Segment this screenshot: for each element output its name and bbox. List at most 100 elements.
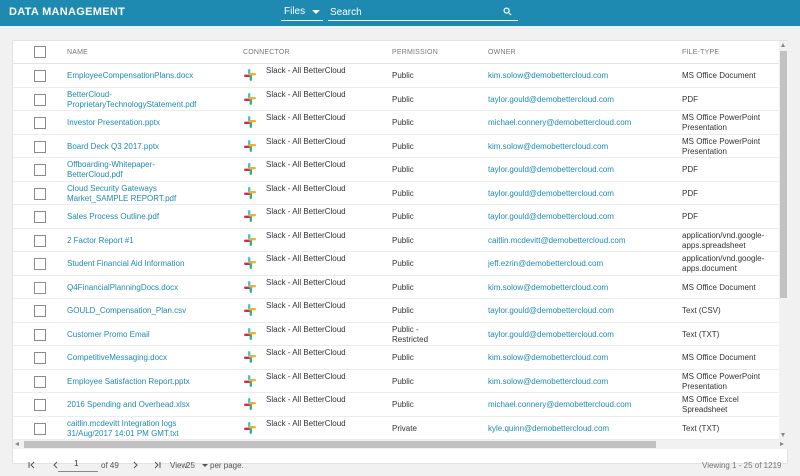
chevron-down-icon[interactable] [202, 464, 208, 467]
owner-email-link[interactable]: taylor.gould@demobettercloud.com [488, 330, 614, 340]
file-name-link[interactable]: Investor Presentation.pptx [67, 118, 237, 128]
row-checkbox[interactable] [34, 258, 46, 270]
search-scope-dropdown[interactable]: Files [281, 4, 323, 21]
table-row[interactable]: Customer Promo Email Slack - All BetterCl… [13, 323, 779, 346]
file-name-link[interactable]: Employee Satisfaction Report.pptx [67, 377, 237, 387]
slack-logo-icon [244, 257, 256, 269]
table-row[interactable]: EmployeeCompensationPlans.docx Slack - Al… [13, 64, 779, 88]
connector-name: Slack - All BetterCloud [266, 254, 346, 263]
slack-logo-icon [244, 139, 256, 152]
column-header-filetype[interactable]: FILE-TYPE [682, 49, 719, 56]
owner-email-link[interactable]: michael.connery@demobettercloud.com [488, 118, 631, 128]
scroll-up-arrow-icon[interactable] [781, 43, 785, 47]
table-row[interactable]: BetterCloud- ProprietaryTechnologyStateme… [13, 88, 779, 111]
select-all-checkbox[interactable] [34, 46, 46, 58]
row-checkbox[interactable] [34, 422, 46, 435]
row-checkbox[interactable] [34, 93, 46, 106]
owner-email-link[interactable]: taylor.gould@demobettercloud.com [488, 189, 614, 199]
table-row[interactable]: 2 Factor Report #1 Slack - All BetterClou… [13, 229, 779, 252]
first-page-icon[interactable] [26, 459, 38, 471]
column-header-connector[interactable]: CONNECTOR [243, 49, 290, 56]
file-name-link[interactable]: Customer Promo Email [67, 330, 237, 340]
row-checkbox[interactable] [34, 211, 46, 223]
column-header-owner[interactable]: OWNER [488, 49, 516, 56]
slack-logo-icon [244, 398, 256, 410]
owner-email-link[interactable]: kim.solow@demobettercloud.com [488, 353, 608, 363]
cell-line: apps.document [682, 264, 737, 273]
row-checkbox[interactable] [34, 328, 46, 341]
scroll-left-arrow-icon[interactable] [15, 442, 19, 446]
file-type-value: MS Office PowerPoint Presentation [682, 137, 777, 157]
owner-email-link[interactable]: taylor.gould@demobettercloud.com [488, 306, 614, 316]
table-row[interactable]: caitlin.mcdevitt Integration logs 31/Aug/… [13, 417, 779, 440]
table-row[interactable]: Investor Presentation.pptx Slack - All Be… [13, 111, 779, 135]
table-row[interactable]: Offboarding-Whitepaper- BetterCloud.pdf Sl… [13, 158, 779, 182]
cell-line: PDF [682, 94, 698, 104]
owner-email-link[interactable]: kim.solow@demobettercloud.com [488, 71, 608, 81]
file-name-link[interactable]: 2 Factor Report #1 [67, 236, 237, 246]
row-checkbox[interactable] [34, 281, 46, 294]
row-checkbox[interactable] [34, 187, 46, 200]
horizontal-scroll-thumb[interactable] [24, 441, 656, 448]
file-name-link[interactable]: 2016 Spending and Overhead.xlsx [67, 400, 237, 410]
owner-email-link[interactable]: kim.solow@demobettercloud.com [488, 142, 608, 152]
owner-email-link[interactable]: kyle.quinn@demobettercloud.com [488, 424, 609, 434]
row-checkbox[interactable] [34, 234, 46, 247]
file-name-link[interactable]: CompetitiveMessaging.docx [67, 353, 237, 363]
row-checkbox[interactable] [34, 305, 46, 317]
table-row[interactable]: Student Financial Aid Information Slack -… [13, 252, 779, 276]
owner-email-link[interactable]: jeff.ezrin@demobettercloud.com [488, 259, 603, 269]
page-number-input[interactable] [58, 456, 98, 472]
row-checkbox[interactable] [34, 164, 46, 176]
file-name-link[interactable]: EmployeeCompensationPlans.docx [67, 71, 237, 81]
file-name-link[interactable]: Cloud Security Gateways Market_SAMPLE REP… [67, 184, 237, 204]
file-name-link[interactable]: Offboarding-Whitepaper- BetterCloud.pdf [67, 160, 237, 180]
vertical-scrollbar[interactable] [779, 41, 788, 440]
horizontal-scrollbar[interactable] [13, 440, 788, 449]
row-checkbox[interactable] [34, 140, 46, 153]
table-row[interactable]: Q4FinancialPlanningDocs.docx Slack - All … [13, 276, 779, 299]
table-row[interactable]: Cloud Security Gateways Market_SAMPLE REP… [13, 182, 779, 205]
file-name-link[interactable]: Student Financial Aid Information [67, 259, 237, 269]
file-name-link[interactable]: BetterCloud- ProprietaryTechnologyStateme… [67, 90, 237, 110]
owner-email-link[interactable]: taylor.gould@demobettercloud.com [488, 95, 614, 105]
table-row[interactable]: Board Deck Q3 2017.pptx Slack - All Bette… [13, 135, 779, 158]
owner-email-link[interactable]: taylor.gould@demobettercloud.com [488, 212, 614, 222]
column-header-permission[interactable]: PERMISSION [392, 49, 438, 56]
scroll-right-arrow-icon[interactable] [780, 442, 784, 446]
file-name-link[interactable]: Q4FinancialPlanningDocs.docx [67, 283, 237, 293]
slack-logo-icon [244, 327, 256, 340]
page-size-select[interactable]: 25 [186, 461, 195, 470]
owner-email-link[interactable]: kim.solow@demobettercloud.com [488, 377, 608, 387]
file-name-link[interactable]: Board Deck Q3 2017.pptx [67, 142, 237, 152]
table-row[interactable]: Sales Process Outline.pdf Slack - All Bet… [13, 205, 779, 229]
cell-line: 2 Factor Report #1 [67, 235, 134, 245]
owner-email-link[interactable]: caitlin.mcdevitt@demobettercloud.com [488, 236, 626, 246]
last-page-icon[interactable] [151, 459, 163, 471]
slack-logo-icon [244, 116, 256, 128]
next-page-icon[interactable] [129, 459, 141, 471]
table-row[interactable]: Employee Satisfaction Report.pptx Slack -… [13, 370, 779, 393]
vertical-scroll-thumb[interactable] [780, 51, 787, 298]
file-name-link[interactable]: caitlin.mcdevitt Integration logs 31/Aug/… [67, 419, 237, 439]
owner-email-link[interactable]: michael.connery@demobettercloud.com [488, 400, 631, 410]
slack-logo-icon [244, 351, 256, 363]
row-checkbox[interactable] [34, 375, 46, 388]
row-checkbox[interactable] [34, 70, 46, 82]
search-input[interactable] [328, 4, 518, 20]
scroll-down-arrow-icon[interactable] [781, 433, 785, 437]
file-name-link[interactable]: GOULD_Compensation_Plan.csv [67, 306, 237, 316]
file-name-link[interactable]: Sales Process Outline.pdf [67, 212, 237, 222]
table-row[interactable]: 2016 Spending and Overhead.xlsx Slack - A… [13, 393, 779, 417]
owner-email-link[interactable]: kim.solow@demobettercloud.com [488, 283, 608, 293]
row-checkbox[interactable] [34, 399, 46, 411]
row-checkbox[interactable] [34, 117, 46, 129]
row-checkbox[interactable] [34, 352, 46, 364]
column-header-name[interactable]: NAME [67, 49, 88, 56]
table-row[interactable]: GOULD_Compensation_Plan.csv Slack - All B… [13, 299, 779, 323]
owner-email-link[interactable]: taylor.gould@demobettercloud.com [488, 165, 614, 175]
search-icon[interactable] [503, 7, 512, 16]
search-box[interactable] [328, 4, 518, 21]
table-row[interactable]: CompetitiveMessaging.docx Slack - All Bet… [13, 346, 779, 370]
cell-line: Spreadsheet [682, 405, 728, 414]
